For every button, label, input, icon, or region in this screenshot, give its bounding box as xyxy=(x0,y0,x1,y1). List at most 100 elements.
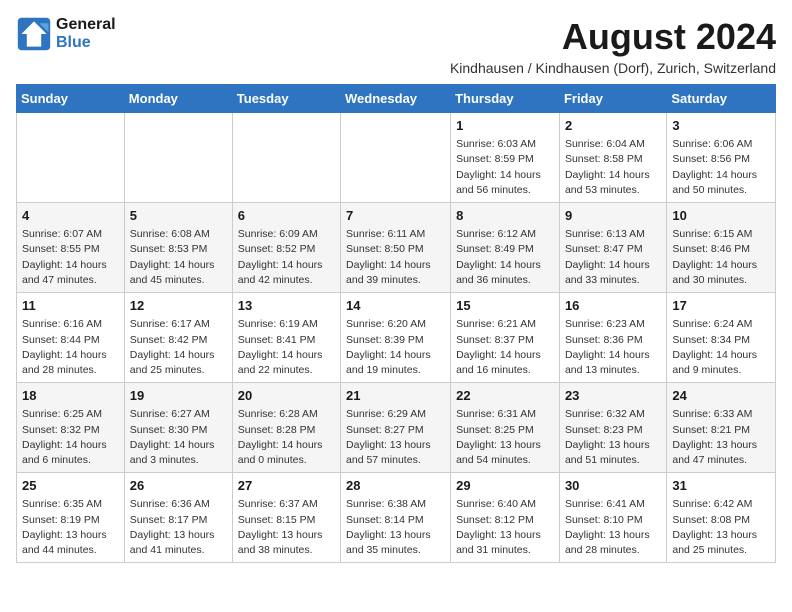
calendar-cell: 31Sunrise: 6:42 AM Sunset: 8:08 PM Dayli… xyxy=(667,473,776,563)
calendar-cell: 3 Sunrise: 6:06 AM Sunset: 8:56 PM Daylig… xyxy=(667,113,776,203)
calendar-cell: 18 Sunrise: 6:25 AM Sunset: 8:32 PM Dayli… xyxy=(17,383,125,473)
day-info: Sunrise: 6:09 AM Sunset: 8:52 PM Dayligh… xyxy=(238,227,335,288)
month-title: August 2024 xyxy=(450,16,776,58)
day-number: 2 xyxy=(565,117,661,135)
day-of-week-header: Thursday xyxy=(451,85,560,113)
day-info: Sunrise: 6:20 AM Sunset: 8:39 PM Dayligh… xyxy=(346,317,445,378)
day-info: Sunrise: 6:15 AM Sunset: 8:46 PM Dayligh… xyxy=(672,227,770,288)
day-number: 13 xyxy=(238,297,335,315)
day-of-week-header: Saturday xyxy=(667,85,776,113)
calendar-cell: 24 Sunrise: 6:33 AM Sunset: 8:21 PM Dayli… xyxy=(667,383,776,473)
day-of-week-header: Sunday xyxy=(17,85,125,113)
calendar-cell: 17 Sunrise: 6:24 AM Sunset: 8:34 PM Dayli… xyxy=(667,293,776,383)
day-number: 28 xyxy=(346,477,445,495)
day-number: 30 xyxy=(565,477,661,495)
calendar-week-row: 25 Sunrise: 6:35 AM Sunset: 8:19 PM Dayli… xyxy=(17,473,776,563)
calendar-table: SundayMondayTuesdayWednesdayThursdayFrid… xyxy=(16,84,776,563)
day-number: 23 xyxy=(565,387,661,405)
day-number: 5 xyxy=(130,207,227,225)
day-number: 26 xyxy=(130,477,227,495)
day-info: Sunrise: 6:17 AM Sunset: 8:42 PM Dayligh… xyxy=(130,317,227,378)
day-number: 9 xyxy=(565,207,661,225)
day-number: 6 xyxy=(238,207,335,225)
day-info: Sunrise: 6:23 AM Sunset: 8:36 PM Dayligh… xyxy=(565,317,661,378)
day-info: Sunrise: 6:06 AM Sunset: 8:56 PM Dayligh… xyxy=(672,137,770,198)
day-info: Sunrise: 6:40 AM Sunset: 8:12 PM Dayligh… xyxy=(456,497,554,558)
day-number: 1 xyxy=(456,117,554,135)
calendar-cell: 20Sunrise: 6:28 AM Sunset: 8:28 PM Dayli… xyxy=(232,383,340,473)
day-info: Sunrise: 6:38 AM Sunset: 8:14 PM Dayligh… xyxy=(346,497,445,558)
calendar-cell: 1 Sunrise: 6:03 AM Sunset: 8:59 PM Daylig… xyxy=(451,113,560,203)
calendar-cell: 2 Sunrise: 6:04 AM Sunset: 8:58 PM Daylig… xyxy=(559,113,666,203)
calendar-week-row: 4 Sunrise: 6:07 AM Sunset: 8:55 PM Daylig… xyxy=(17,203,776,293)
day-of-week-header: Wednesday xyxy=(341,85,451,113)
day-info: Sunrise: 6:07 AM Sunset: 8:55 PM Dayligh… xyxy=(22,227,119,288)
calendar-cell: 26 Sunrise: 6:36 AM Sunset: 8:17 PM Dayli… xyxy=(124,473,232,563)
calendar-cell: 13 Sunrise: 6:19 AM Sunset: 8:41 PM Dayli… xyxy=(232,293,340,383)
calendar-cell: 11Sunrise: 6:16 AM Sunset: 8:44 PM Dayli… xyxy=(17,293,125,383)
day-info: Sunrise: 6:04 AM Sunset: 8:58 PM Dayligh… xyxy=(565,137,661,198)
day-number: 16 xyxy=(565,297,661,315)
calendar-cell xyxy=(232,113,340,203)
header: General Blue August 2024 Kindhausen / Ki… xyxy=(16,16,776,76)
day-info: Sunrise: 6:31 AM Sunset: 8:25 PM Dayligh… xyxy=(456,407,554,468)
day-info: Sunrise: 6:25 AM Sunset: 8:32 PM Dayligh… xyxy=(22,407,119,468)
day-number: 31 xyxy=(672,477,770,495)
day-number: 19 xyxy=(130,387,227,405)
day-info: Sunrise: 6:21 AM Sunset: 8:37 PM Dayligh… xyxy=(456,317,554,378)
day-info: Sunrise: 6:41 AM Sunset: 8:10 PM Dayligh… xyxy=(565,497,661,558)
calendar-week-row: 18 Sunrise: 6:25 AM Sunset: 8:32 PM Dayli… xyxy=(17,383,776,473)
day-of-week-header: Friday xyxy=(559,85,666,113)
day-info: Sunrise: 6:24 AM Sunset: 8:34 PM Dayligh… xyxy=(672,317,770,378)
location-subtitle: Kindhausen / Kindhausen (Dorf), Zurich, … xyxy=(450,60,776,76)
day-number: 15 xyxy=(456,297,554,315)
day-info: Sunrise: 6:13 AM Sunset: 8:47 PM Dayligh… xyxy=(565,227,661,288)
calendar-cell: 14 Sunrise: 6:20 AM Sunset: 8:39 PM Dayli… xyxy=(341,293,451,383)
day-number: 29 xyxy=(456,477,554,495)
day-info: Sunrise: 6:08 AM Sunset: 8:53 PM Dayligh… xyxy=(130,227,227,288)
calendar-cell: 15 Sunrise: 6:21 AM Sunset: 8:37 PM Dayli… xyxy=(451,293,560,383)
logo: General Blue xyxy=(16,16,116,52)
calendar-cell: 9 Sunrise: 6:13 AM Sunset: 8:47 PM Daylig… xyxy=(559,203,666,293)
calendar-cell: 29 Sunrise: 6:40 AM Sunset: 8:12 PM Dayli… xyxy=(451,473,560,563)
day-number: 25 xyxy=(22,477,119,495)
calendar-cell: 10Sunrise: 6:15 AM Sunset: 8:46 PM Dayli… xyxy=(667,203,776,293)
day-number: 14 xyxy=(346,297,445,315)
day-number: 18 xyxy=(22,387,119,405)
day-info: Sunrise: 6:29 AM Sunset: 8:27 PM Dayligh… xyxy=(346,407,445,468)
day-info: Sunrise: 6:16 AM Sunset: 8:44 PM Dayligh… xyxy=(22,317,119,378)
day-number: 8 xyxy=(456,207,554,225)
calendar-cell: 22 Sunrise: 6:31 AM Sunset: 8:25 PM Dayli… xyxy=(451,383,560,473)
calendar-cell xyxy=(17,113,125,203)
calendar-cell xyxy=(124,113,232,203)
day-info: Sunrise: 6:19 AM Sunset: 8:41 PM Dayligh… xyxy=(238,317,335,378)
calendar-cell: 25 Sunrise: 6:35 AM Sunset: 8:19 PM Dayli… xyxy=(17,473,125,563)
day-info: Sunrise: 6:37 AM Sunset: 8:15 PM Dayligh… xyxy=(238,497,335,558)
calendar-cell: 21Sunrise: 6:29 AM Sunset: 8:27 PM Dayli… xyxy=(341,383,451,473)
calendar-cell: 12 Sunrise: 6:17 AM Sunset: 8:42 PM Dayli… xyxy=(124,293,232,383)
calendar-cell: 27 Sunrise: 6:37 AM Sunset: 8:15 PM Dayli… xyxy=(232,473,340,563)
day-info: Sunrise: 6:12 AM Sunset: 8:49 PM Dayligh… xyxy=(456,227,554,288)
day-number: 27 xyxy=(238,477,335,495)
day-number: 22 xyxy=(456,387,554,405)
calendar-cell: 6 Sunrise: 6:09 AM Sunset: 8:52 PM Daylig… xyxy=(232,203,340,293)
calendar-week-row: 11Sunrise: 6:16 AM Sunset: 8:44 PM Dayli… xyxy=(17,293,776,383)
day-number: 24 xyxy=(672,387,770,405)
day-info: Sunrise: 6:33 AM Sunset: 8:21 PM Dayligh… xyxy=(672,407,770,468)
day-number: 20 xyxy=(238,387,335,405)
calendar-cell: 23Sunrise: 6:32 AM Sunset: 8:23 PM Dayli… xyxy=(559,383,666,473)
day-number: 7 xyxy=(346,207,445,225)
day-of-week-header: Tuesday xyxy=(232,85,340,113)
day-number: 12 xyxy=(130,297,227,315)
calendar-cell: 4 Sunrise: 6:07 AM Sunset: 8:55 PM Daylig… xyxy=(17,203,125,293)
day-info: Sunrise: 6:11 AM Sunset: 8:50 PM Dayligh… xyxy=(346,227,445,288)
day-info: Sunrise: 6:27 AM Sunset: 8:30 PM Dayligh… xyxy=(130,407,227,468)
day-number: 4 xyxy=(22,207,119,225)
day-info: Sunrise: 6:03 AM Sunset: 8:59 PM Dayligh… xyxy=(456,137,554,198)
day-info: Sunrise: 6:36 AM Sunset: 8:17 PM Dayligh… xyxy=(130,497,227,558)
calendar-cell: 30 Sunrise: 6:41 AM Sunset: 8:10 PM Dayli… xyxy=(559,473,666,563)
day-info: Sunrise: 6:35 AM Sunset: 8:19 PM Dayligh… xyxy=(22,497,119,558)
day-number: 3 xyxy=(672,117,770,135)
day-number: 17 xyxy=(672,297,770,315)
calendar-cell: 5 Sunrise: 6:08 AM Sunset: 8:53 PM Daylig… xyxy=(124,203,232,293)
